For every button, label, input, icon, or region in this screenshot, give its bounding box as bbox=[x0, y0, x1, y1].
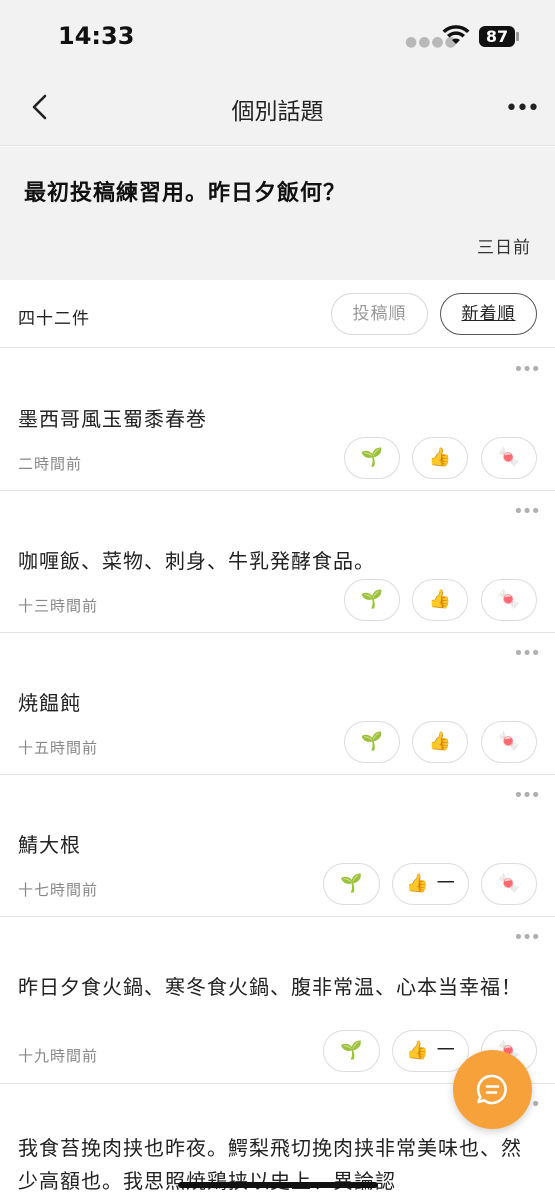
thumbs-up-reaction-button[interactable]: 👍 bbox=[412, 579, 468, 621]
reply-time: 十七時間前 bbox=[18, 881, 99, 899]
sprout-icon: 🌱 bbox=[360, 447, 384, 468]
reply-more-icon[interactable]: ••• bbox=[513, 785, 541, 806]
reply-text: 鯖大根 bbox=[18, 833, 81, 857]
candy-icon: 🍬 bbox=[497, 873, 521, 894]
thumbs-up-reaction-button[interactable]: 👍 一 bbox=[392, 863, 469, 905]
sprout-icon: 🌱 bbox=[360, 731, 384, 752]
reply-text: 焼饂飩 bbox=[18, 691, 81, 715]
candy-icon: 🍬 bbox=[497, 589, 521, 610]
reply-text: 我食苔挽肉挟也昨夜。鰐梨飛切挽肉挟非常美味也、然少高額也。我思照焼鶏挟以史上、異… bbox=[18, 1136, 522, 1193]
sprout-icon: 🌱 bbox=[340, 1040, 363, 1061]
page-title: 個別話題 bbox=[231, 99, 324, 125]
candy-reaction-button[interactable]: 🍬 bbox=[481, 863, 537, 905]
thumbs-up-reaction-button[interactable]: 👍 bbox=[412, 437, 468, 479]
reply-text: 咖喱飯、菜物、刺身、牛乳発酵食品。 bbox=[18, 549, 375, 573]
reply-item: ••• 焼饂飩 十五時間前 🌱 👍 🍬 bbox=[0, 633, 555, 775]
sort-post-order-button[interactable]: 投稿順 bbox=[331, 293, 428, 335]
sort-bar: 四十二件 投稿順 新着順 bbox=[0, 280, 555, 348]
reply-time: 十五時間前 bbox=[18, 739, 99, 757]
topic-title: 最初投稿練習用。昨日夕飯何？ bbox=[24, 181, 347, 206]
candy-icon: 🍬 bbox=[497, 447, 521, 468]
thumbs-up-count: 一 bbox=[436, 873, 455, 894]
reply-more-icon[interactable]: ••• bbox=[513, 501, 541, 522]
reply-time: 十九時間前 bbox=[18, 1047, 99, 1065]
reply-more-icon[interactable]: ••• bbox=[513, 643, 541, 664]
reply-more-icon[interactable]: ••• bbox=[513, 927, 541, 948]
chat-bubble-icon bbox=[476, 1074, 507, 1105]
thumbs-up-reaction-button[interactable]: 👍 bbox=[412, 721, 468, 763]
reply-text: 墨西哥風玉蜀黍春巻 bbox=[18, 407, 207, 431]
candy-reaction-button[interactable]: 🍬 bbox=[481, 437, 537, 479]
thumbs-up-icon: 👍 bbox=[406, 1040, 429, 1061]
sprout-reaction-button[interactable]: 🌱 bbox=[323, 863, 380, 905]
sprout-icon: 🌱 bbox=[360, 589, 384, 610]
sprout-icon: 🌱 bbox=[340, 873, 363, 894]
status-time: 14:33 bbox=[58, 22, 135, 50]
thumbs-up-count: 一 bbox=[436, 1040, 455, 1061]
nav-bar: 個別話題 ••• bbox=[0, 72, 555, 146]
reply-count: 四十二件 bbox=[18, 309, 90, 329]
battery-level: 87 bbox=[479, 26, 515, 47]
reply-item: ••• 鯖大根 十七時間前 🌱 👍 一 🍬 bbox=[0, 775, 555, 917]
reply-time: 十三時間前 bbox=[18, 597, 99, 615]
sprout-reaction-button[interactable]: 🌱 bbox=[344, 721, 400, 763]
reply-item: ••• 墨西哥風玉蜀黍春巻 二時間前 🌱 👍 🍬 bbox=[0, 349, 555, 491]
reply-more-icon[interactable]: ••• bbox=[513, 359, 541, 380]
topic-age: 三日前 bbox=[477, 238, 531, 258]
sort-newest-button[interactable]: 新着順 bbox=[440, 293, 537, 335]
compose-reply-button[interactable] bbox=[453, 1050, 532, 1129]
wifi-icon bbox=[442, 25, 470, 44]
candy-reaction-button[interactable]: 🍬 bbox=[481, 721, 537, 763]
topic-header: 最初投稿練習用。昨日夕飯何？ 三日前 bbox=[0, 147, 555, 280]
battery-nub bbox=[516, 32, 519, 41]
thumbs-up-icon: 👍 bbox=[428, 589, 452, 610]
sprout-reaction-button[interactable]: 🌱 bbox=[344, 579, 400, 621]
reply-text: 昨日夕食火鍋、寒冬食火鍋、腹非常温、心本当幸福！ bbox=[18, 975, 522, 999]
home-indicator[interactable] bbox=[178, 1182, 378, 1188]
candy-reaction-button[interactable]: 🍬 bbox=[481, 579, 537, 621]
reply-item: ••• 咖喱飯、菜物、刺身、牛乳発酵食品。 十三時間前 🌱 👍 🍬 bbox=[0, 491, 555, 633]
sprout-reaction-button[interactable]: 🌱 bbox=[323, 1030, 380, 1072]
more-options-icon[interactable]: ••• bbox=[505, 96, 540, 121]
sprout-reaction-button[interactable]: 🌱 bbox=[344, 437, 400, 479]
candy-icon: 🍬 bbox=[497, 731, 521, 752]
thumbs-up-icon: 👍 bbox=[428, 731, 452, 752]
status-bar: 14:33 ●●●● 87 bbox=[0, 0, 555, 72]
thumbs-up-icon: 👍 bbox=[428, 447, 452, 468]
thumbs-up-icon: 👍 bbox=[406, 873, 429, 894]
reply-time: 二時間前 bbox=[18, 455, 83, 473]
